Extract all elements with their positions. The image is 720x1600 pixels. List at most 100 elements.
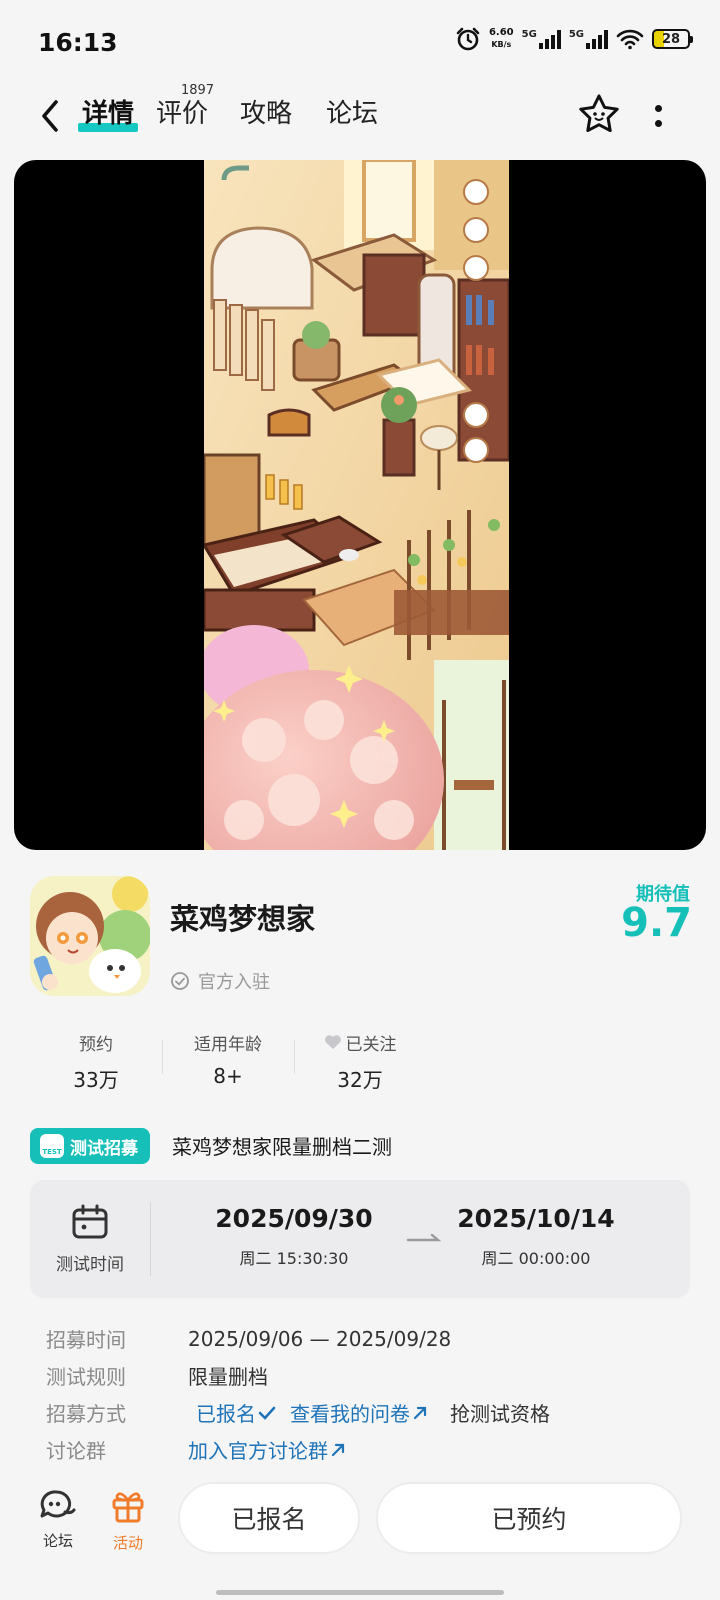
stat-label: 适用年龄 <box>194 1034 262 1055</box>
test-end-date: 2025/10/14 <box>457 1204 615 1233</box>
recruit-time-label: 招募时间 <box>46 1328 126 1352</box>
stat-age-rating: 适用年龄 8+ <box>162 1030 294 1094</box>
more-dot-icon <box>654 120 662 127</box>
tab-reviews[interactable]: 评价 1897 <box>156 84 214 136</box>
recruit-time-row: 招募时间 2025/09/06 — 2025/09/28 <box>46 1320 686 1357</box>
activity-label: 活动 <box>112 1534 143 1552</box>
join-group-text: 加入官方讨论群 <box>188 1439 328 1463</box>
app-name: 菜鸡梦想家 <box>170 902 316 936</box>
recruit-method-row: 招募方式 已报名 查看我的问卷 抢测试资格 <box>46 1394 686 1431</box>
test-rule-value: 限量删档 <box>188 1365 268 1389</box>
official-label: 官方入驻 <box>198 972 270 993</box>
check-circle-icon <box>171 972 189 990</box>
stat-value: 8+ <box>213 1064 243 1088</box>
media-player[interactable] <box>14 160 706 850</box>
test-time-card: 测试时间 2025/09/30 周二 15:30:30 2025/10/14 周… <box>30 1180 690 1298</box>
stat-label: 已关注 <box>294 1030 426 1055</box>
external-arrow-icon <box>331 1443 345 1456</box>
discussion-group-label: 讨论群 <box>46 1439 106 1463</box>
net-speed-value: 6.60 <box>488 27 514 38</box>
official-verified: 官方入驻 <box>170 968 270 994</box>
back-button[interactable] <box>30 94 70 138</box>
reserved-button[interactable]: 已预约 <box>376 1482 682 1554</box>
signal-sim2-icon: 5G <box>569 29 608 49</box>
net-speed-unit: KB/s <box>491 40 512 49</box>
chevron-left-icon <box>42 100 58 132</box>
test-start-time: 周二 15:30:30 <box>239 1249 349 1268</box>
alarm-icon <box>456 27 480 51</box>
recruit-time-value: 2025/09/06 — 2025/09/28 <box>188 1326 452 1351</box>
heart-icon <box>324 1035 341 1049</box>
test-recruit-badge: TEST 测试招募 <box>30 1128 150 1164</box>
calendar-icon <box>72 1204 108 1238</box>
home-indicator[interactable] <box>216 1590 504 1595</box>
game-screenshot[interactable] <box>204 160 509 850</box>
recruit-method-label: 招募方式 <box>46 1402 126 1426</box>
test-start: 2025/09/30 周二 15:30:30 <box>208 1204 380 1269</box>
join-group-link[interactable]: 加入官方讨论群 <box>188 1435 346 1464</box>
stat-value: 33万 <box>73 1068 119 1092</box>
registered-button[interactable]: 已报名 <box>178 1482 360 1554</box>
status-icons: 6.60 KB/s 5G 5G 28 <box>455 26 693 52</box>
tab-forum-label: 论坛 <box>326 99 379 129</box>
test-end: 2025/10/14 周二 00:00:00 <box>450 1204 622 1269</box>
tab-details-label: 详情 <box>82 99 135 129</box>
tab-bar: 详情 评价 1897 攻略 论坛 <box>77 84 378 136</box>
test-start-date: 2025/09/30 <box>215 1204 373 1233</box>
grab-qualification-text: 抢测试资格 <box>450 1402 550 1426</box>
registered-text: 已报名 <box>196 1402 256 1426</box>
recruit-info: 招募时间 2025/09/06 — 2025/09/28 测试规则 限量删档 招… <box>46 1320 686 1468</box>
test-time-header: 测试时间 <box>30 1180 150 1298</box>
app-icon-illustration <box>30 876 150 996</box>
stat-reservations: 预约 33万 <box>30 1030 162 1094</box>
tab-guides[interactable]: 攻略 <box>240 92 292 136</box>
test-icon: TEST <box>40 1134 64 1158</box>
test-time-label: 测试时间 <box>56 1254 124 1275</box>
test-badge-label: 测试招募 <box>70 1138 138 1159</box>
test-rule-row: 测试规则 限量删档 <box>46 1357 686 1394</box>
review-count-badge: 1897 <box>180 83 215 98</box>
stat-followers[interactable]: 已关注 32万 <box>294 1030 426 1094</box>
gift-icon <box>112 1492 144 1523</box>
reserved-button-label: 已预约 <box>491 1505 567 1534</box>
status-time: 16:13 <box>38 28 118 57</box>
more-options-button[interactable] <box>646 94 670 138</box>
net-speed: 6.60 KB/s <box>489 27 514 51</box>
game-scene-illustration <box>204 160 509 850</box>
favorite-button[interactable] <box>576 92 622 138</box>
activity-button[interactable]: 活动 <box>98 1488 158 1553</box>
arrow-right-icon <box>406 1233 442 1242</box>
stat-value: 32万 <box>337 1068 383 1092</box>
battery-icon: 28 <box>652 29 693 49</box>
tab-guides-label: 攻略 <box>240 99 293 129</box>
tab-details[interactable]: 详情 <box>77 92 139 136</box>
view-questionnaire-link[interactable]: 查看我的问卷 <box>290 1398 428 1427</box>
test-rule-label: 测试规则 <box>46 1365 126 1389</box>
wifi-icon <box>616 29 644 50</box>
stat-label: 预约 <box>79 1034 113 1055</box>
expectation-score: 9.7 <box>621 900 692 946</box>
tab-reviews-label: 评价 <box>156 99 209 129</box>
bottom-action-bar: 论坛 活动 已报名 已预约 <box>0 1474 720 1574</box>
more-dot-icon <box>654 105 662 112</box>
forum-button[interactable]: 论坛 <box>28 1488 88 1551</box>
forum-chat-icon <box>40 1490 76 1518</box>
signal-sim1-icon: 5G <box>522 29 561 49</box>
battery-level: 28 <box>661 31 681 47</box>
forum-label: 论坛 <box>42 1532 73 1550</box>
check-icon <box>258 1406 276 1420</box>
sim1-label: 5G <box>521 29 537 40</box>
stats-row: 预约 33万 适用年龄 8+ 已关注 32万 <box>30 1030 690 1094</box>
tab-forum[interactable]: 论坛 <box>326 92 378 136</box>
divider <box>150 1202 151 1276</box>
test-title: 菜鸡梦想家限量删档二测 <box>172 1135 392 1159</box>
registered-status: 已报名 <box>196 1398 276 1427</box>
external-arrow-icon <box>413 1406 427 1419</box>
app-icon[interactable] <box>30 876 150 996</box>
view-questionnaire-text: 查看我的问卷 <box>290 1402 410 1426</box>
discussion-group-row: 讨论群 加入官方讨论群 <box>46 1431 686 1468</box>
stat-label-text: 已关注 <box>345 1034 397 1055</box>
registered-button-label: 已报名 <box>231 1505 307 1534</box>
status-bar: 16:13 6.60 KB/s 5G 5G 28 <box>0 0 720 80</box>
star-face-icon <box>579 94 619 133</box>
